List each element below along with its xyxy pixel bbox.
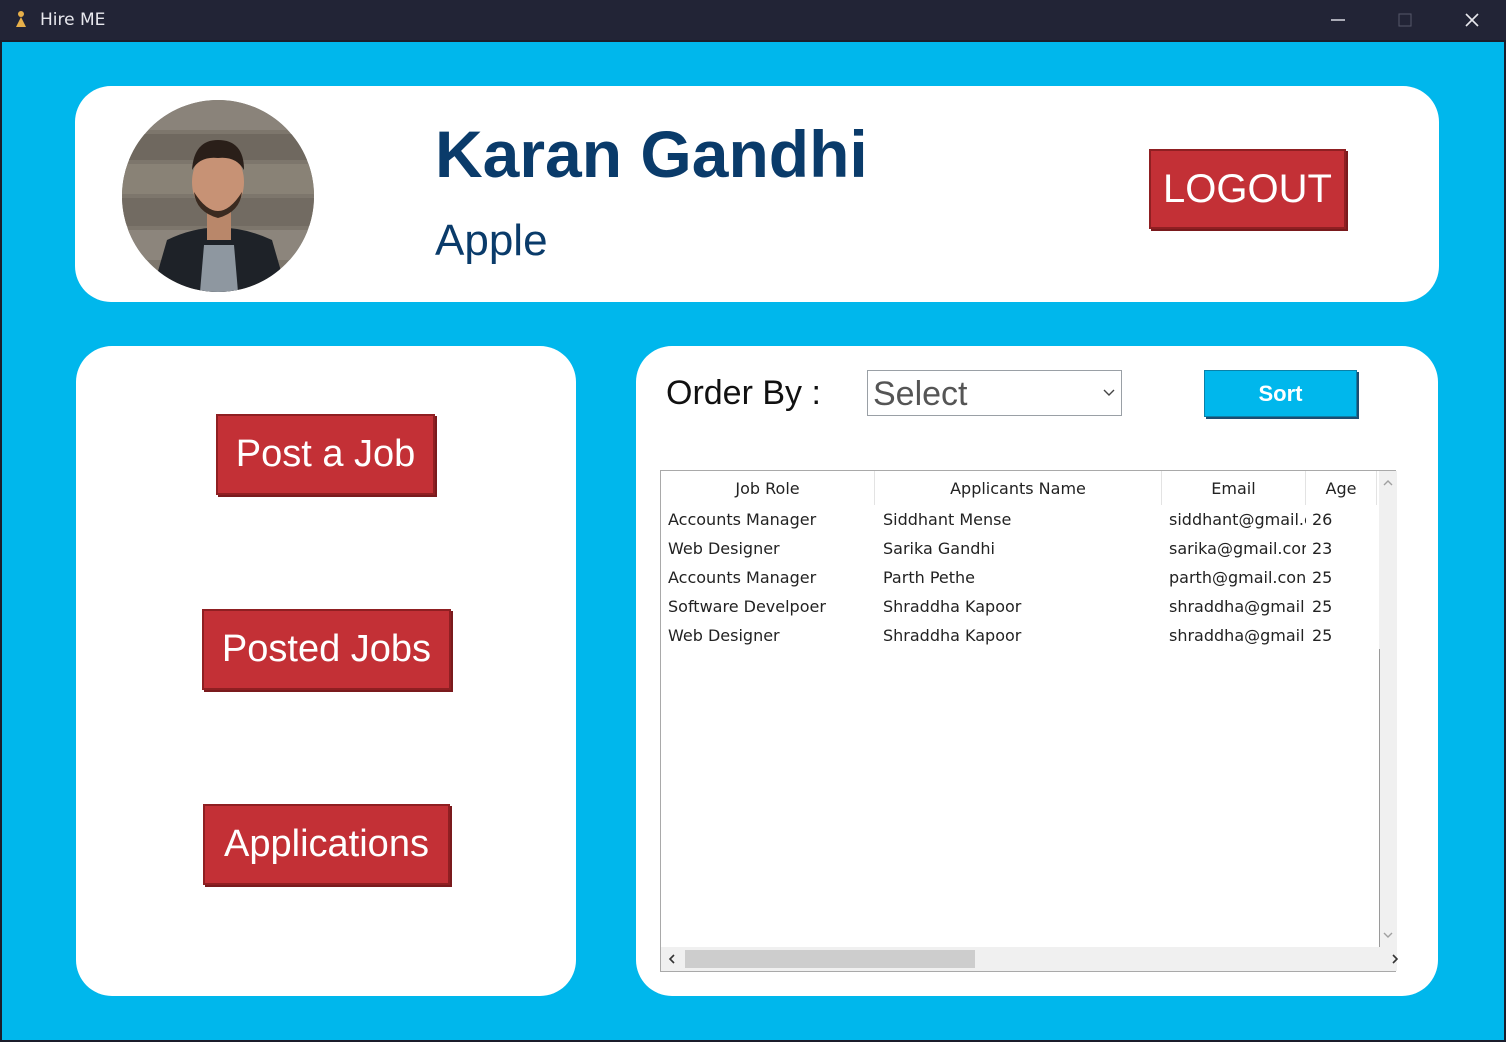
select-value: Select	[873, 375, 968, 413]
company-name: Apple	[435, 216, 548, 265]
scrollbar-divider	[1379, 649, 1380, 947]
app-window: Karan Gandhi Apple LOGOUT Post a Job Pos…	[2, 42, 1504, 1040]
vertical-scrollbar[interactable]	[1379, 471, 1397, 947]
table-row[interactable]: Software Develpoer Shraddha Kapoor shrad…	[661, 592, 1379, 621]
cell-age: 25	[1312, 568, 1333, 587]
scroll-down-icon[interactable]	[1382, 929, 1394, 941]
column-header-job-role[interactable]: Job Role	[661, 471, 875, 505]
cell-age: 25	[1312, 597, 1333, 616]
cell-email: shraddha@gmail.	[1169, 626, 1306, 645]
applications-table[interactable]: Job Role Applicants Name Email Age Accou…	[660, 470, 1399, 972]
chevron-down-icon	[1103, 389, 1115, 396]
column-header-applicant-name[interactable]: Applicants Name	[875, 471, 1162, 505]
column-header-email[interactable]: Email	[1162, 471, 1306, 505]
user-name: Karan Gandhi	[435, 117, 868, 191]
close-icon	[1465, 13, 1479, 27]
horizontal-scrollbar[interactable]	[661, 947, 1399, 971]
cell-job-role: Software Develpoer	[668, 597, 826, 616]
cell-applicant-name: Shraddha Kapoor	[883, 597, 1022, 616]
cell-applicant-name: Siddhant Mense	[883, 510, 1012, 529]
profile-photo-icon	[122, 100, 314, 292]
applications-button[interactable]: Applications	[203, 804, 450, 885]
horizontal-scroll-thumb[interactable]	[685, 950, 975, 968]
minimize-icon	[1331, 19, 1345, 21]
cell-email: sarika@gmail.cor	[1169, 539, 1306, 558]
cell-email: shraddha@gmail.	[1169, 597, 1306, 616]
app-icon	[16, 11, 26, 27]
cell-job-role: Web Designer	[668, 539, 780, 558]
table-row[interactable]: Accounts Manager Siddhant Mense siddhant…	[661, 505, 1379, 534]
window-title: Hire ME	[40, 10, 106, 30]
cell-age: 26	[1312, 510, 1333, 529]
navigation-panel: Post a Job Posted Jobs Applications	[76, 346, 576, 996]
column-header-age[interactable]: Age	[1306, 471, 1377, 505]
cell-job-role: Web Designer	[668, 626, 780, 645]
cell-job-role: Accounts Manager	[668, 510, 817, 529]
table-row[interactable]: Web Designer Sarika Gandhi sarika@gmail.…	[661, 534, 1379, 563]
profile-header: Karan Gandhi Apple LOGOUT	[75, 86, 1439, 302]
sort-button[interactable]: Sort	[1204, 370, 1357, 417]
table-row[interactable]: Web Designer Shraddha Kapoor shraddha@gm…	[661, 621, 1379, 650]
close-button[interactable]	[1444, 0, 1500, 40]
maximize-button[interactable]	[1377, 0, 1433, 40]
order-by-label: Order By :	[666, 374, 821, 412]
cell-applicant-name: Shraddha Kapoor	[883, 626, 1022, 645]
table-header: Job Role Applicants Name Email Age	[661, 471, 1377, 505]
cell-email: parth@gmail.con	[1169, 568, 1306, 587]
cell-age: 23	[1312, 539, 1333, 558]
applications-panel: Order By : Select Sort Job Role Applican…	[636, 346, 1438, 996]
title-bar: Hire ME	[0, 0, 1506, 40]
avatar	[122, 100, 314, 292]
table-row[interactable]: Accounts Manager Parth Pethe parth@gmail…	[661, 563, 1379, 592]
scroll-left-icon[interactable]	[666, 953, 678, 965]
scroll-right-icon[interactable]	[1389, 953, 1401, 965]
maximize-icon	[1398, 13, 1412, 27]
order-by-select[interactable]: Select	[867, 370, 1122, 416]
posted-jobs-button[interactable]: Posted Jobs	[202, 609, 451, 690]
scroll-up-icon[interactable]	[1382, 477, 1394, 489]
cell-job-role: Accounts Manager	[668, 568, 817, 587]
minimize-button[interactable]	[1310, 0, 1366, 40]
cell-applicant-name: Sarika Gandhi	[883, 539, 995, 558]
cell-age: 25	[1312, 626, 1333, 645]
logout-button[interactable]: LOGOUT	[1149, 149, 1346, 229]
cell-email: siddhant@gmail.c	[1169, 510, 1306, 529]
cell-applicant-name: Parth Pethe	[883, 568, 975, 587]
post-job-button[interactable]: Post a Job	[216, 414, 435, 495]
